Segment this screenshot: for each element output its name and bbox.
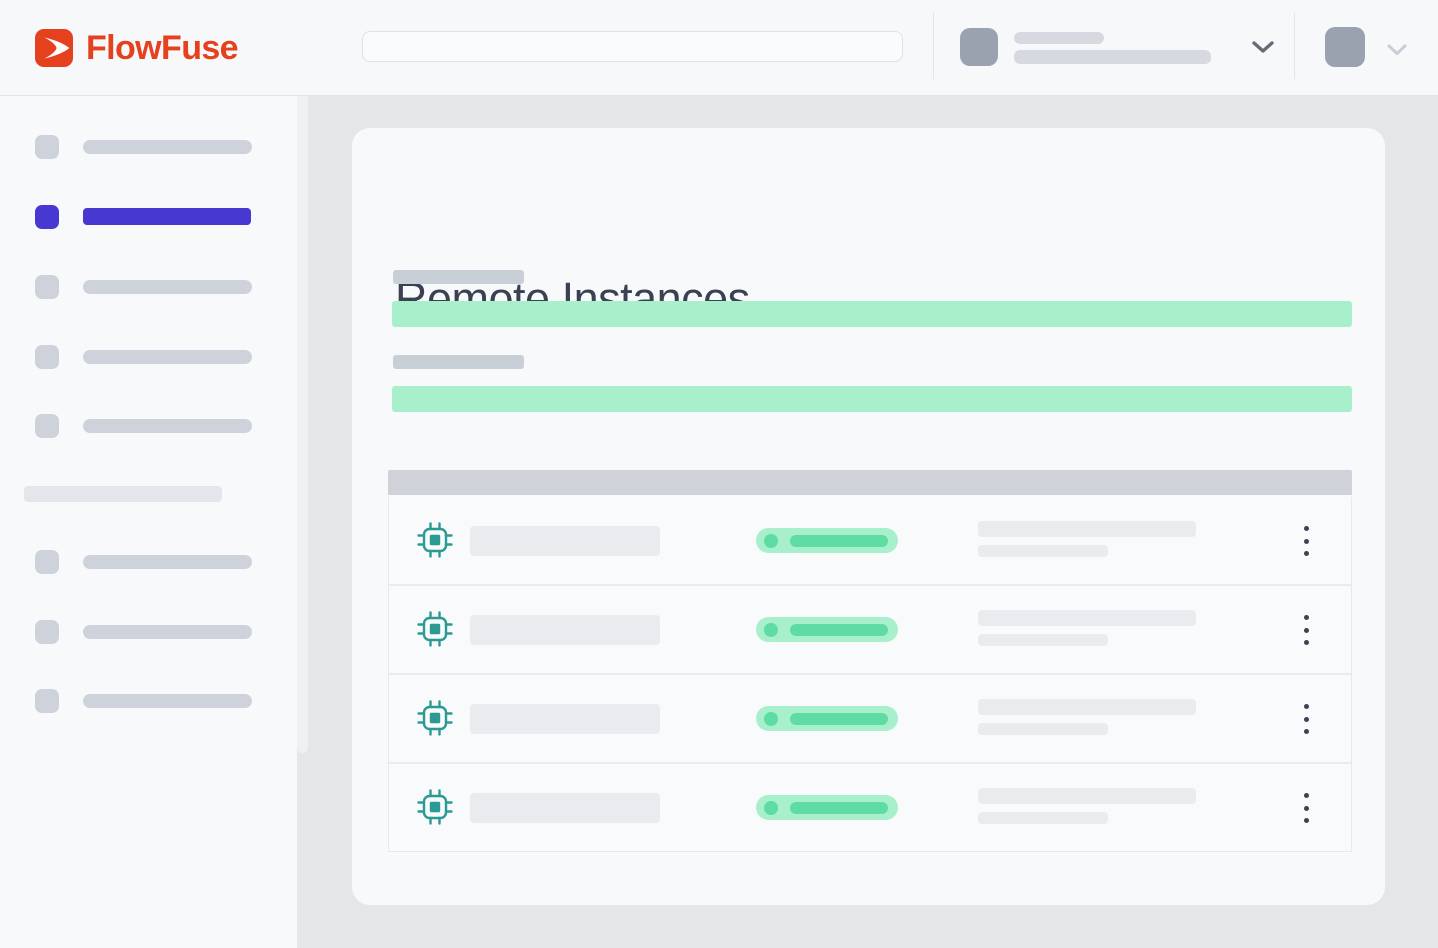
- meta-line-placeholder: [978, 812, 1108, 824]
- sidebar-item-label-placeholder: [83, 350, 252, 364]
- status-label-placeholder: [790, 802, 888, 814]
- chip-icon: [417, 789, 453, 825]
- instance-name-placeholder: [470, 615, 660, 645]
- sidebar-item-label-placeholder: [83, 419, 252, 433]
- meta-line-placeholder: [978, 634, 1108, 646]
- kebab-menu-button[interactable]: [1292, 615, 1320, 645]
- instance-meta: [978, 699, 1196, 735]
- sidebar-item-icon-placeholder: [35, 345, 59, 369]
- form-field-highlighted-input[interactable]: [392, 386, 1352, 412]
- status-label-placeholder: [790, 713, 888, 725]
- flowfuse-logo-icon: [35, 29, 73, 67]
- instances-table: [388, 470, 1352, 852]
- sidebar-item-icon-placeholder: [35, 205, 59, 229]
- meta-line-placeholder: [978, 610, 1196, 626]
- status-label-placeholder: [790, 624, 888, 636]
- sidebar-item[interactable]: [0, 689, 297, 713]
- status-dot: [764, 801, 778, 815]
- status-dot: [764, 534, 778, 548]
- meta-line-placeholder: [978, 545, 1108, 557]
- instance-name-placeholder: [470, 526, 660, 556]
- sidebar-item-icon-placeholder: [35, 550, 59, 574]
- sidebar-item[interactable]: [0, 345, 297, 369]
- sidebar-section-label-placeholder: [24, 486, 222, 502]
- chip-icon: [417, 522, 453, 558]
- status-badge: [756, 706, 898, 731]
- chevron-down-icon: [1387, 44, 1407, 56]
- sidebar-item-icon-placeholder: [35, 620, 59, 644]
- brand-wordmark: FlowFuse: [86, 29, 238, 67]
- sidebar-item[interactable]: [0, 275, 297, 299]
- sidebar-item[interactable]: [0, 550, 297, 574]
- table-header-row: [388, 470, 1352, 495]
- remote-instances-card: Remote Instances: [352, 128, 1385, 905]
- instance-meta: [978, 521, 1196, 557]
- status-badge: [756, 795, 898, 820]
- status-dot: [764, 712, 778, 726]
- sidebar-item-icon-placeholder: [35, 135, 59, 159]
- team-detail-placeholder: [1014, 50, 1211, 64]
- meta-line-placeholder: [978, 723, 1108, 735]
- instance-row[interactable]: [389, 762, 1351, 851]
- form-field-label-placeholder: [393, 270, 524, 284]
- chip-icon: [417, 700, 453, 736]
- instance-row[interactable]: [389, 673, 1351, 762]
- sidebar-item-label-placeholder: [83, 555, 252, 569]
- sidebar: [0, 95, 297, 948]
- header-divider: [1294, 13, 1295, 79]
- status-label-placeholder: [790, 535, 888, 547]
- sidebar-item-label-placeholder: [83, 280, 252, 294]
- meta-line-placeholder: [978, 521, 1196, 537]
- sidebar-item-label-placeholder: [83, 208, 251, 225]
- sidebar-item-icon-placeholder: [35, 275, 59, 299]
- meta-line-placeholder: [978, 699, 1196, 715]
- table-body: [388, 497, 1352, 852]
- sidebar-item[interactable]: [0, 620, 297, 644]
- status-badge: [756, 617, 898, 642]
- meta-line-placeholder: [978, 788, 1196, 804]
- instance-meta: [978, 788, 1196, 824]
- status-dot: [764, 623, 778, 637]
- instance-row[interactable]: [389, 584, 1351, 673]
- form-field-highlighted-input[interactable]: [392, 301, 1352, 327]
- sidebar-item-icon-placeholder: [35, 414, 59, 438]
- instance-name-placeholder: [470, 793, 660, 823]
- kebab-menu-button[interactable]: [1292, 793, 1320, 823]
- kebab-menu-button[interactable]: [1292, 704, 1320, 734]
- user-avatar-placeholder: [1325, 27, 1365, 67]
- status-badge: [756, 528, 898, 553]
- brand-logo[interactable]: FlowFuse: [35, 29, 238, 67]
- header-divider: [933, 13, 934, 79]
- instance-name-placeholder: [470, 704, 660, 734]
- sidebar-item-label-placeholder: [83, 694, 252, 708]
- chevron-down-icon: [1251, 40, 1275, 54]
- team-avatar-placeholder: [960, 28, 998, 66]
- instance-row[interactable]: [389, 497, 1351, 584]
- global-search-input[interactable]: [362, 31, 903, 62]
- sidebar-item[interactable]: [0, 135, 297, 159]
- sidebar-item-active[interactable]: [0, 205, 297, 229]
- sidebar-item-icon-placeholder: [35, 689, 59, 713]
- kebab-menu-button[interactable]: [1292, 526, 1320, 556]
- sidebar-item[interactable]: [0, 414, 297, 438]
- instance-meta: [978, 610, 1196, 646]
- chip-icon: [417, 611, 453, 647]
- sidebar-item-label-placeholder: [83, 140, 252, 154]
- sidebar-scrollbar[interactable]: [297, 95, 308, 753]
- form-field-label-placeholder: [393, 355, 524, 369]
- team-name-placeholder: [1014, 32, 1104, 44]
- sidebar-item-label-placeholder: [83, 625, 252, 639]
- top-header: FlowFuse: [0, 0, 1438, 96]
